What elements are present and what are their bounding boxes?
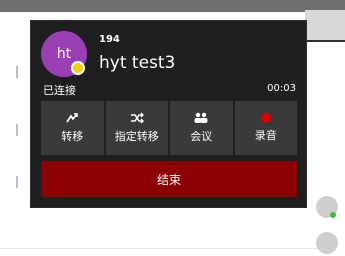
background-right-panel xyxy=(305,10,345,40)
call-panel: ht 194 hyt test3 已连接 00:03 转移 指定转移 会议 录音 xyxy=(30,20,307,208)
directed-transfer-label: 指定转移 xyxy=(114,130,159,143)
record-button[interactable]: 录音 xyxy=(234,101,297,155)
call-action-bar: 转移 指定转移 会议 录音 xyxy=(41,101,297,155)
users-icon xyxy=(193,112,209,124)
contact-avatar-icon xyxy=(316,232,338,254)
caller-extension: 194 xyxy=(99,34,120,45)
record-label: 录音 xyxy=(254,129,277,142)
shuffle-icon xyxy=(130,112,144,124)
transfer-icon xyxy=(65,112,79,124)
conference-button[interactable]: 会议 xyxy=(170,101,233,155)
background-left-marker xyxy=(16,66,18,78)
background-left-marker xyxy=(16,124,18,136)
conference-label: 会议 xyxy=(190,130,213,143)
background-left-marker xyxy=(16,176,18,188)
background-divider xyxy=(0,248,320,249)
presence-status-dot xyxy=(71,61,85,75)
transfer-button[interactable]: 转移 xyxy=(41,101,104,155)
directed-transfer-button[interactable]: 指定转移 xyxy=(105,101,168,155)
online-dot-icon xyxy=(330,212,336,218)
end-call-button[interactable]: 结束 xyxy=(41,161,297,197)
background-bottom-area xyxy=(0,208,320,250)
call-status: 已连接 xyxy=(43,84,76,97)
transfer-label: 转移 xyxy=(61,130,84,143)
call-timer: 00:03 xyxy=(267,83,296,94)
caller-name: hyt test3 xyxy=(99,53,176,73)
background-right-divider xyxy=(305,40,345,42)
record-icon xyxy=(260,113,271,123)
background-top-bar xyxy=(0,0,345,12)
